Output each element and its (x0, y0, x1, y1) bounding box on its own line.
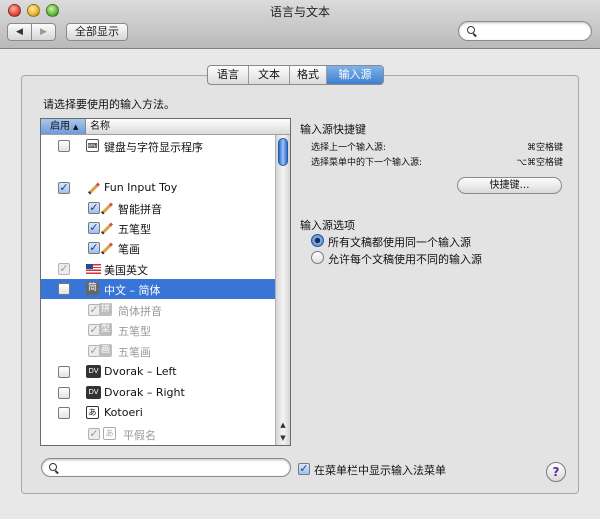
tab-language[interactable]: 语言 (208, 66, 249, 84)
stroke-icon: 画 (99, 344, 112, 357)
list-item[interactable]: ✓ 拼 简体拼音 (41, 300, 275, 320)
show-all-button[interactable]: 全部显示 (66, 23, 128, 41)
list-item-label: Dvorak – Left (104, 365, 177, 378)
scroll-down-arrow-icon[interactable]: ▼ (276, 432, 290, 444)
back-forward-control: ◀ ▶ (7, 23, 56, 41)
list-scrollbar[interactable]: ▲ ▼ (275, 135, 290, 445)
window: 语言与文本 ◀ ▶ 全部显示 语言 文本 格式 输入源 请选择要使用的输入方法。… (0, 0, 600, 519)
enable-checkbox[interactable] (58, 283, 70, 295)
enable-checkbox[interactable] (58, 140, 70, 152)
list-item-label: 美国英文 (104, 264, 148, 277)
shortcuts-section-title: 输入源快捷键 (300, 123, 366, 136)
list-item[interactable]: ✓ 笔画 (41, 238, 275, 258)
list-item[interactable]: あ Kotoeri (41, 403, 275, 423)
wubi-icon: 型 (99, 323, 112, 336)
list-item[interactable]: DV Dvorak – Left (41, 362, 275, 382)
enable-checkbox[interactable] (58, 387, 70, 399)
pencil-icon (99, 201, 114, 215)
list-item[interactable]: ✓ あ 平假名 (41, 424, 275, 444)
us-flag-icon (86, 264, 101, 274)
column-header-name[interactable]: 名称 (90, 119, 110, 134)
radio-same-source-label[interactable]: 所有文稿都使用同一个输入源 (328, 234, 471, 250)
list-item-label: Dvorak – Right (104, 386, 185, 399)
keyboard-viewer-icon: ⌨ (86, 139, 99, 152)
shortcut-next-row: 选择菜单中的下一个输入源: ⌥⌘空格键 (311, 155, 563, 168)
pencil-icon (99, 241, 114, 255)
list-item[interactable]: ✓ 美国英文 (41, 259, 275, 279)
list-item-label: 平假名 (123, 429, 156, 442)
column-header-enabled[interactable]: 启用 ▲ (41, 119, 86, 134)
keyboard-shortcuts-button[interactable]: 快捷键… (457, 177, 562, 194)
list-item[interactable]: ✓ Fun Input Toy (41, 178, 275, 198)
shortcut-previous-label: 选择上一个输入源: (311, 143, 387, 153)
tab-input-sources[interactable]: 输入源 (327, 66, 383, 84)
enable-checkbox[interactable] (58, 407, 70, 419)
list-item-label: Fun Input Toy (104, 181, 178, 194)
forward-button[interactable]: ▶ (32, 24, 55, 40)
list-item[interactable]: ⌨ 键盘与字符显示程序 (41, 136, 275, 156)
sort-ascending-icon: ▲ (73, 123, 79, 131)
list-item[interactable]: ✓ 五笔型 (41, 218, 275, 238)
pencil-icon (99, 221, 114, 235)
tab-formats[interactable]: 格式 (290, 66, 327, 84)
input-source-search-field[interactable] (41, 458, 291, 477)
options-section-title: 输入源选项 (300, 219, 355, 232)
radio-same-source[interactable] (311, 234, 324, 247)
list-item-label: 智能拼音 (118, 203, 162, 216)
show-input-menu-checkbox[interactable]: ✓ (298, 463, 310, 475)
pencil-icon (86, 181, 101, 195)
instructions-text: 请选择要使用的输入方法。 (43, 98, 175, 111)
back-button[interactable]: ◀ (8, 24, 32, 40)
radio-per-document-source[interactable] (311, 251, 324, 264)
enable-checkbox[interactable]: ✓ (58, 182, 70, 194)
shortcut-previous-row: 选择上一个输入源: ⌘空格键 (311, 140, 563, 153)
list-item-label: 五笔型 (118, 223, 151, 236)
shortcut-next-keys: ⌥⌘空格键 (516, 158, 563, 168)
list-item-label: 键盘与字符显示程序 (104, 141, 203, 154)
toolbar: 语言与文本 ◀ ▶ 全部显示 (0, 0, 600, 49)
list-item[interactable]: ✓ 画 五笔画 (41, 341, 275, 361)
list-item-selected[interactable]: 简 中文 – 简体 (41, 279, 275, 299)
tab-bar: 语言 文本 格式 输入源 (207, 65, 384, 85)
scroll-up-arrow-icon[interactable]: ▲ (276, 419, 290, 431)
scrollbar-thumb[interactable] (278, 138, 288, 166)
list-item-label: 笔画 (118, 243, 140, 256)
kotoeri-icon: あ (86, 406, 99, 419)
shortcut-next-label: 选择菜单中的下一个输入源: (311, 158, 423, 168)
search-field[interactable] (458, 21, 592, 41)
search-icon (49, 463, 59, 473)
list-item-label: 简体拼音 (118, 305, 162, 318)
radio-per-document-source-label[interactable]: 允许每个文稿使用不同的输入源 (328, 251, 482, 267)
enable-checkbox[interactable] (58, 366, 70, 378)
list-header: 启用 ▲ 名称 (41, 119, 290, 135)
list-item-label: 中文 – 简体 (104, 284, 161, 297)
dvorak-icon: DV (86, 386, 101, 399)
shortcut-previous-keys: ⌘空格键 (526, 143, 563, 153)
window-title: 语言与文本 (269, 5, 330, 19)
hiragana-icon: あ (103, 427, 116, 440)
input-source-list[interactable]: 启用 ▲ 名称 ⌨ 键盘与字符显示程序 ✓ Fun Input Toy ✓ 智能拼… (40, 118, 291, 446)
list-item-label: Kotoeri (104, 406, 143, 419)
list-item[interactable]: DV Dvorak – Right (41, 383, 275, 403)
enable-checkbox[interactable]: ✓ (58, 263, 70, 275)
list-item-label: 五笔画 (118, 346, 151, 359)
help-button[interactable]: ? (546, 462, 566, 482)
enable-checkbox[interactable]: ✓ (88, 428, 100, 440)
list-item-label: 五笔型 (118, 325, 151, 338)
list-item[interactable]: ✓ 智能拼音 (41, 198, 275, 218)
show-input-menu-label[interactable]: 在菜单栏中显示输入法菜单 (314, 462, 446, 478)
search-icon (467, 26, 477, 36)
list-item[interactable]: ✓ 型 五笔型 (41, 320, 275, 340)
tab-text[interactable]: 文本 (249, 66, 290, 84)
column-header-enabled-label: 启用 (50, 121, 70, 132)
pinyin-icon: 拼 (99, 303, 112, 316)
simplified-chinese-icon: 简 (86, 282, 99, 295)
dvorak-icon: DV (86, 365, 101, 378)
